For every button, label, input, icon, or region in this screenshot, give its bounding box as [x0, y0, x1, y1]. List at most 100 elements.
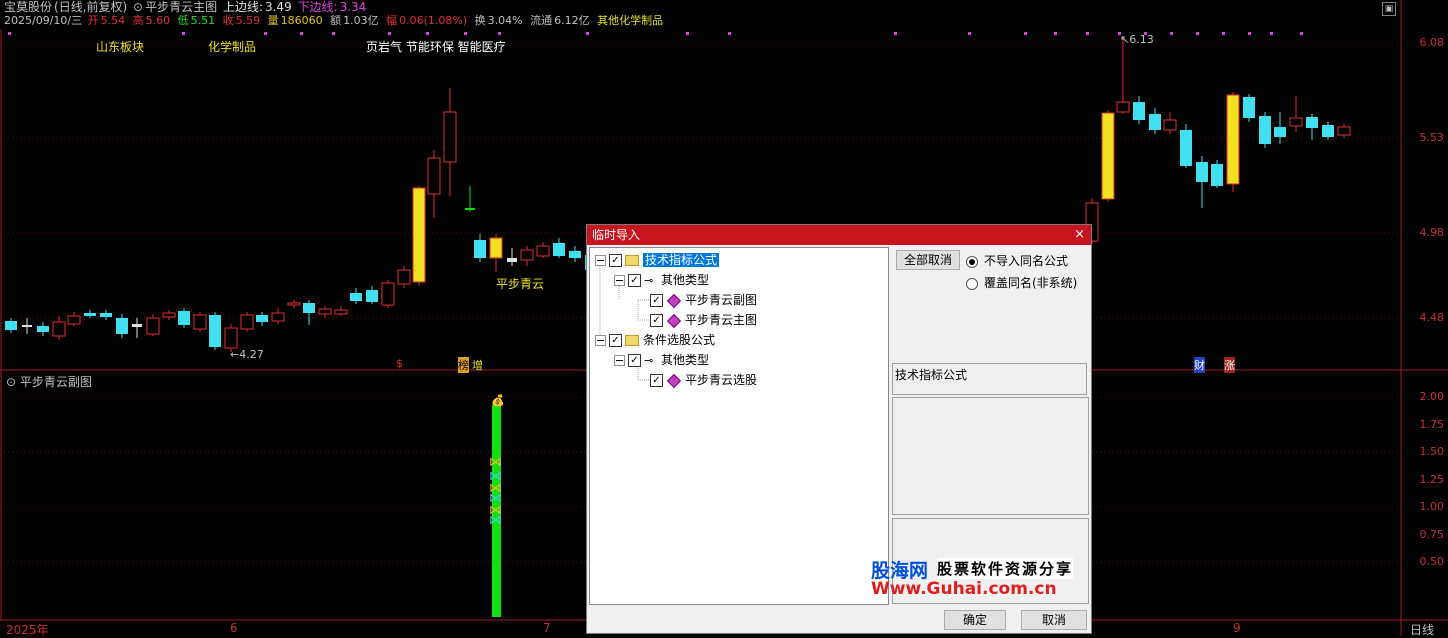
sub-chart-title[interactable]: ⊙ 平步青云副图: [6, 373, 92, 390]
info-description-panel: [892, 397, 1089, 515]
candle-body: [1243, 97, 1255, 118]
signal-dot: [8, 32, 11, 35]
tree-node-indicator-formulas[interactable]: ✓ 技术指标公式: [595, 251, 720, 269]
cancel-all-button[interactable]: 全部取消: [896, 250, 960, 270]
collapse-icon[interactable]: [595, 335, 606, 346]
candle-body: [52, 321, 66, 337]
chart-restore-icon[interactable]: ▣: [1382, 2, 1396, 16]
tree-label-indicator-formulas[interactable]: 技术指标公式: [643, 253, 720, 267]
collapse-icon[interactable]: [595, 255, 606, 266]
radio-overwrite-same-name[interactable]: 覆盖同名(非系统): [966, 274, 1077, 291]
signal-dot: [388, 32, 391, 35]
sub-axis-1-00: 1.00: [1419, 500, 1445, 513]
checkbox-checked-icon[interactable]: ✓: [650, 374, 663, 387]
candle-body: [536, 245, 550, 257]
low-price-mark: ←4.27: [230, 348, 264, 361]
period-label[interactable]: (日线,前复权): [54, 0, 127, 14]
candle-body: [334, 309, 348, 315]
candle-body: [520, 249, 534, 261]
upper-line-label: 上边线:: [222, 0, 263, 14]
checkbox-checked-icon[interactable]: ✓: [609, 334, 622, 347]
tree-label-other-types-1[interactable]: 其他类型: [661, 273, 709, 287]
candle-body: [287, 302, 301, 306]
checkbox-checked-icon[interactable]: ✓: [650, 314, 663, 327]
low-value: 5.51: [190, 14, 216, 27]
close-icon[interactable]: ×: [1074, 225, 1085, 245]
candle-body: [1337, 126, 1351, 136]
sub-chart-toggle-icon[interactable]: ⊙: [6, 375, 16, 389]
upper-line-value: 3.49: [264, 0, 292, 14]
sub-axis-1-50: 1.50: [1419, 445, 1445, 458]
candle-body: [1180, 130, 1192, 166]
tree-node-screening-formulas[interactable]: ✓ 条件选股公式: [595, 331, 715, 349]
candle-body: [412, 187, 426, 283]
collapse-icon[interactable]: [614, 355, 625, 366]
formula-tree[interactable]: ✓ 技术指标公式 ✓ ⊸ 其他类型 ✓ 平步青云副图 ✓ 平步青云主图 ✓ 条件选股公式 ✓…: [589, 247, 889, 605]
candle-body: [178, 311, 190, 325]
tree-label-main-indicator[interactable]: 平步青云主图: [685, 313, 757, 327]
high-label: 高: [132, 14, 144, 27]
checkbox-checked-icon[interactable]: ✓: [650, 294, 663, 307]
open-value: 5.54: [100, 14, 126, 27]
signal-dot: [968, 32, 971, 35]
indicator-toggle-icon[interactable]: ⊙: [133, 0, 143, 14]
candle-body: [67, 315, 81, 325]
candle-body: [427, 157, 441, 195]
tree-node-screener[interactable]: ✓ 平步青云选股: [650, 371, 757, 389]
tree-label-screener[interactable]: 平步青云选股: [685, 373, 757, 387]
tree-node-sub-indicator[interactable]: ✓ 平步青云副图: [650, 291, 757, 309]
signal-dot: [498, 32, 501, 35]
radio-on-icon[interactable]: [966, 255, 978, 268]
tree-label-sub-indicator[interactable]: 平步青云副图: [685, 293, 757, 307]
butterfly-icon: ⋈: [489, 455, 502, 470]
checkbox-checked-icon[interactable]: ✓: [628, 274, 641, 287]
candle-body: [366, 290, 378, 302]
candle-body: [569, 251, 581, 258]
candle-body: [1163, 119, 1177, 131]
signal-dot: [1086, 32, 1089, 35]
event-mark-s[interactable]: $: [396, 357, 403, 370]
change-label: 幅: [386, 14, 398, 27]
tree-label-other-types-2[interactable]: 其他类型: [661, 353, 709, 367]
tree-label-screening-formulas[interactable]: 条件选股公式: [643, 333, 715, 347]
signal-dot: [464, 32, 467, 35]
radio-off-icon[interactable]: [966, 277, 978, 290]
indicator-name[interactable]: 平步青云主图: [145, 0, 217, 14]
candle-body: [1133, 102, 1145, 120]
info-title-panel: 技术指标公式: [892, 363, 1087, 395]
signal-dot: [894, 32, 897, 35]
checkbox-checked-icon[interactable]: ✓: [609, 254, 622, 267]
quote-bar: 2025/09/10/三 开 5.54 高 5.60 低 5.51 收 5.59 量 18…: [4, 14, 665, 28]
signal-dot: [1222, 32, 1225, 35]
float-label: 流通: [530, 14, 553, 27]
checkbox-checked-icon[interactable]: ✓: [628, 354, 641, 367]
event-mark-bang[interactable]: 榜: [458, 357, 469, 373]
candle-body: [553, 243, 565, 256]
tree-node-main-indicator[interactable]: ✓ 平步青云主图: [650, 311, 757, 329]
signal-dot: [586, 32, 589, 35]
signal-dot: [728, 32, 731, 35]
cancel-button[interactable]: 取消: [1021, 610, 1087, 630]
candle-body: [162, 312, 176, 318]
candle-body: [37, 326, 49, 332]
money-bag-icon: 💰: [491, 394, 505, 407]
candle-body: [507, 258, 517, 262]
axis-label-4-98: 4.98: [1419, 226, 1445, 239]
candle-body: [1211, 164, 1223, 186]
candle-body: [22, 325, 32, 327]
candle-body: [1116, 101, 1130, 113]
radio-skip-same-name[interactable]: 不导入同名公式: [966, 252, 1068, 269]
formula-diamond-icon: [666, 313, 682, 328]
candle-body: [381, 282, 395, 306]
tree-node-other-types-1[interactable]: ✓ ⊸ 其他类型: [614, 271, 709, 289]
dialog-title-bar[interactable]: 临时导入 ×: [587, 225, 1091, 245]
event-mark-zhang[interactable]: 涨: [1224, 357, 1235, 373]
collapse-icon[interactable]: [614, 275, 625, 286]
ok-button[interactable]: 确定: [944, 610, 1006, 630]
event-mark-cai[interactable]: 财: [1194, 357, 1205, 373]
signal-dot: [1270, 32, 1273, 35]
candle-body: [209, 315, 221, 347]
tree-node-other-types-2[interactable]: ✓ ⊸ 其他类型: [614, 351, 709, 369]
period-corner-label[interactable]: 日线: [1410, 621, 1434, 638]
event-mark-zeng[interactable]: 增: [472, 357, 483, 373]
